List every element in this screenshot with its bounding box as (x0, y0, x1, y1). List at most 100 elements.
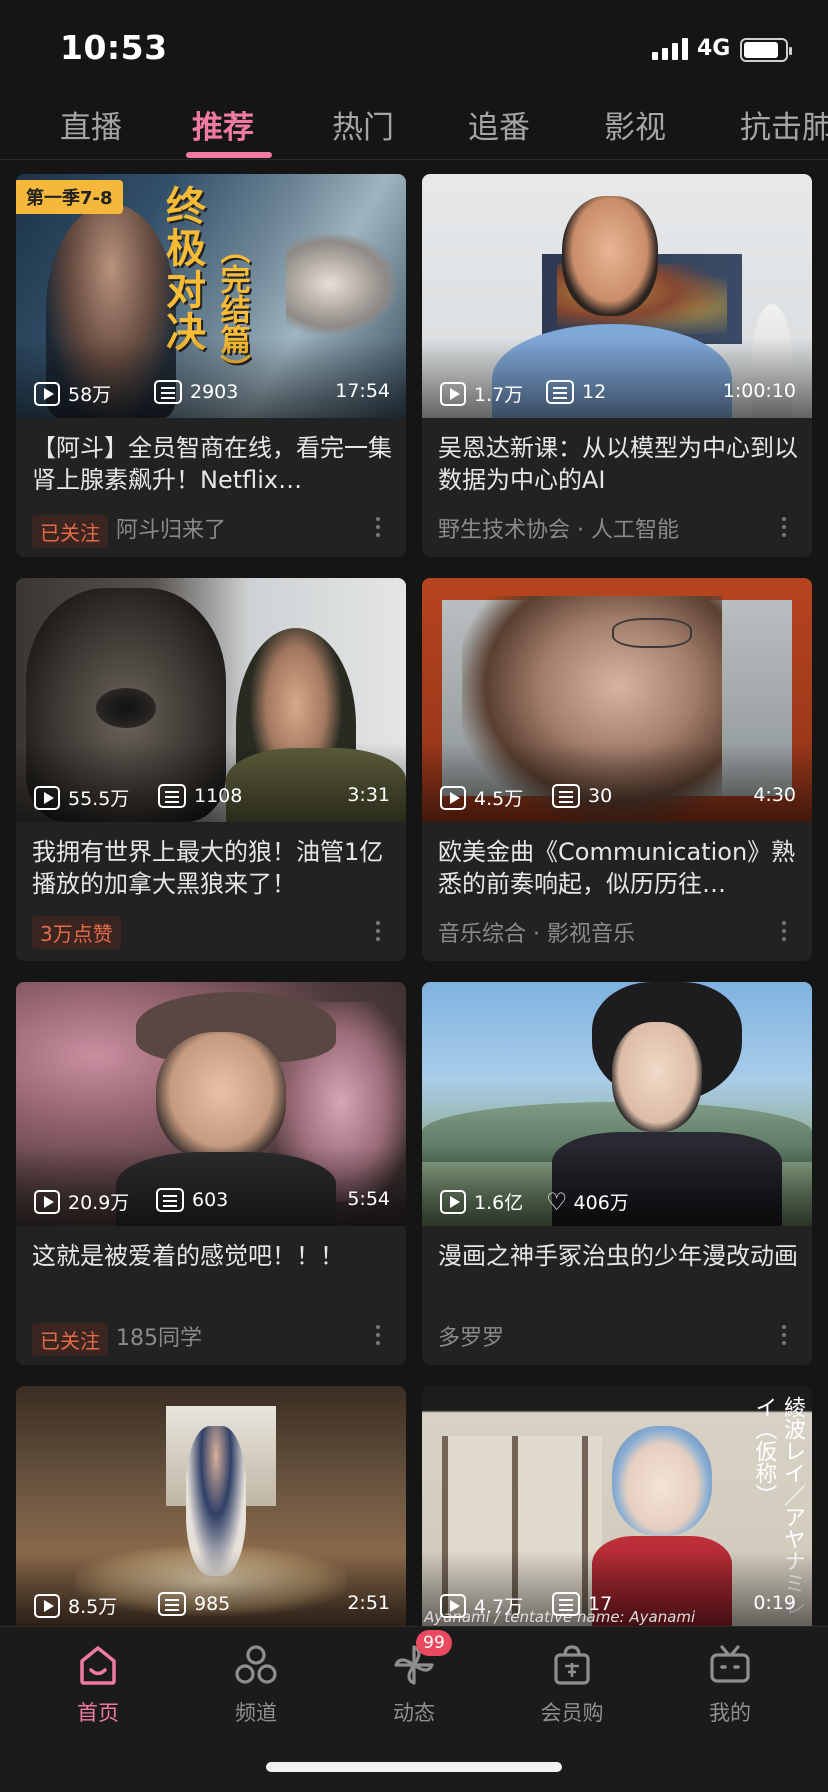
danmaku-icon (546, 380, 574, 404)
channel-category[interactable]: 野生技术协会 · 人工智能 (438, 518, 679, 543)
more-icon[interactable] (368, 918, 388, 944)
followed-badge: 已关注 (32, 1322, 108, 1356)
status-time: 10:53 (60, 28, 168, 67)
view-count: 4.5万 (474, 788, 524, 810)
video-meta: 野生技术协会 · 人工智能 (438, 512, 796, 544)
play-count-icon (34, 785, 60, 810)
view-count: 55.5万 (68, 788, 130, 810)
home-indicator[interactable] (266, 1762, 562, 1772)
channel-category[interactable]: 音乐综合 · 影视音乐 (438, 922, 635, 947)
video-stats: 58万 2903 17:54 (34, 378, 390, 408)
tab-anime[interactable]: 追番 (468, 102, 530, 147)
video-card[interactable]: 20.9万 603 5:54 这就是被爱着的感觉吧！！！ 已关注 185同学 (16, 982, 406, 1365)
tab-hot[interactable]: 热门 (332, 102, 394, 147)
tab-recommend[interactable]: 推荐 (192, 102, 254, 147)
video-stats: 1.6亿 ♡ 406万 (440, 1186, 796, 1216)
video-card[interactable]: 55.5万 1108 3:31 我拥有世界上最大的狼！油管1亿播放的加拿大黑狼来… (16, 578, 406, 961)
video-duration: 2:51 (347, 1592, 390, 1614)
author-name[interactable]: 阿斗归来了 (116, 518, 226, 543)
video-card[interactable]: 1.6亿 ♡ 406万 漫画之神手冢治虫的少年漫改动画 多罗罗 (422, 982, 812, 1365)
video-thumbnail[interactable]: 55.5万 1108 3:31 (16, 578, 406, 822)
play-count-icon (440, 381, 466, 406)
play-count-icon (34, 1189, 60, 1214)
video-card[interactable]: 4.5万 30 4:30 欧美金曲《Communication》熟悉的前奏响起，… (422, 578, 812, 961)
video-title[interactable]: 我拥有世界上最大的狼！油管1亿播放的加拿大黑狼来了！ (32, 836, 392, 900)
nav-label: 动态 (393, 1701, 435, 1725)
danmaku-icon (552, 1592, 580, 1616)
video-meta: 音乐综合 · 影视音乐 (438, 916, 796, 948)
tab-live[interactable]: 直播 (60, 102, 122, 147)
more-icon[interactable] (774, 514, 794, 540)
video-title[interactable]: 吴恩达新课：从以模型为中心到以数据为中心的AI (438, 432, 798, 496)
video-title[interactable]: 欧美金曲《Communication》熟悉的前奏响起，似历历往… (438, 836, 798, 900)
danmaku-icon (158, 784, 186, 808)
more-icon[interactable] (368, 1322, 388, 1348)
author-name[interactable]: 多罗罗 (438, 1326, 504, 1351)
view-count: 58万 (68, 384, 112, 406)
cover-title: 终极对决 (166, 184, 206, 356)
view-count: 1.6亿 (474, 1192, 524, 1214)
danmaku-count: 12 (582, 381, 607, 403)
like-count: 406万 (573, 1192, 629, 1214)
nav-dynamic[interactable]: 动态 (354, 1641, 474, 1727)
like-icon: ♡ (546, 1187, 568, 1216)
likes-badge: 3万点赞 (32, 916, 121, 949)
video-stats: 4.5万 30 4:30 (440, 782, 796, 812)
more-icon[interactable] (774, 918, 794, 944)
play-count-icon (440, 785, 466, 810)
video-thumbnail[interactable]: 1.6亿 ♡ 406万 (422, 982, 812, 1226)
danmaku-icon (158, 1592, 186, 1616)
video-stats: 4.7万 17 0:19 (440, 1590, 796, 1620)
author-name[interactable]: 185同学 (116, 1326, 202, 1351)
video-duration: 1:00:10 (722, 380, 796, 402)
video-card[interactable]: 第一季7-8 终极对决 （完结篇） 58万 2903 17:54 【阿斗】全员智… (16, 174, 406, 557)
video-duration: 3:31 (347, 784, 390, 806)
video-thumbnail[interactable]: 4.5万 30 4:30 (422, 578, 812, 822)
video-title[interactable]: 漫画之神手冢治虫的少年漫改动画 (438, 1240, 798, 1304)
channel-icon (232, 1641, 280, 1689)
season-badge: 第一季7-8 (16, 180, 123, 214)
video-thumbnail[interactable]: 第一季7-8 终极对决 （完结篇） 58万 2903 17:54 (16, 174, 406, 418)
video-stats: 8.5万 985 2:51 (34, 1590, 390, 1620)
video-duration: 4:30 (753, 784, 796, 806)
view-count: 20.9万 (68, 1192, 130, 1214)
play-count-icon (440, 1593, 466, 1618)
video-stats: 1.7万 12 1:00:10 (440, 378, 796, 408)
nav-label: 会员购 (540, 1701, 604, 1725)
signal-icon (652, 38, 688, 60)
video-meta: 已关注 185同学 (32, 1320, 390, 1356)
video-meta: 已关注 阿斗归来了 (32, 512, 390, 548)
tab-covid[interactable]: 抗击肺 (740, 102, 828, 147)
video-thumbnail[interactable]: 1.7万 12 1:00:10 (422, 174, 812, 418)
video-title[interactable]: 【阿斗】全员智商在线，看完一集肾上腺素飙升！Netflix… (32, 432, 392, 496)
view-count: 1.7万 (474, 384, 524, 406)
nav-channel[interactable]: 频道 (196, 1641, 316, 1727)
network-type: 4G (697, 36, 731, 61)
more-icon[interactable] (368, 514, 388, 540)
video-thumbnail[interactable]: 20.9万 603 5:54 (16, 982, 406, 1226)
nav-label: 我的 (709, 1701, 751, 1725)
view-count: 8.5万 (68, 1596, 118, 1618)
video-card[interactable]: 8.5万 985 2:51 (16, 1386, 406, 1626)
tab-film[interactable]: 影视 (604, 102, 666, 147)
play-count-icon (34, 1593, 60, 1618)
video-card[interactable]: 1.7万 12 1:00:10 吴恩达新课：从以模型为中心到以数据为中心的AI … (422, 174, 812, 557)
nav-mine[interactable]: 我的 (670, 1641, 790, 1727)
danmaku-count: 17 (588, 1593, 613, 1615)
danmaku-icon (156, 1188, 184, 1212)
video-card[interactable]: 綾波レイ／アヤナミレイ（仮称） Ayanami / tentative name… (422, 1386, 812, 1626)
video-duration: 0:19 (753, 1592, 796, 1614)
video-title[interactable]: 这就是被爱着的感觉吧！！！ (32, 1240, 392, 1304)
danmaku-icon (552, 784, 580, 808)
video-thumbnail[interactable]: 綾波レイ／アヤナミレイ（仮称） Ayanami / tentative name… (422, 1386, 812, 1626)
nav-home[interactable]: 首页 (38, 1641, 158, 1727)
danmaku-count: 1108 (194, 785, 243, 807)
more-icon[interactable] (774, 1322, 794, 1348)
nav-label: 首页 (77, 1701, 119, 1725)
tv-icon (706, 1641, 754, 1689)
nav-vip-shop[interactable]: 会员购 (512, 1641, 632, 1727)
play-count-icon (34, 381, 60, 406)
battery-icon (740, 38, 792, 62)
video-thumbnail[interactable]: 8.5万 985 2:51 (16, 1386, 406, 1626)
followed-badge: 已关注 (32, 514, 108, 548)
